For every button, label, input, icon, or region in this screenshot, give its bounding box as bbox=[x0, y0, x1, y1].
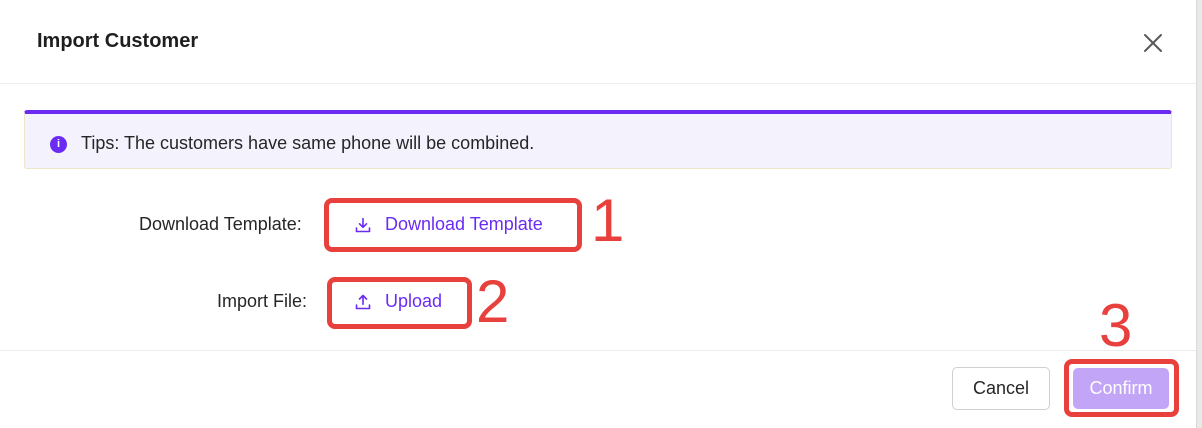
tips-text: Tips: The customers have same phone will… bbox=[81, 133, 535, 153]
close-icon[interactable] bbox=[1140, 30, 1166, 56]
import-customer-dialog: Import Customer i Tips: The customers ha… bbox=[0, 0, 1196, 428]
highlight-box-2 bbox=[327, 277, 472, 329]
highlight-box-1 bbox=[324, 198, 582, 252]
annotation-number-2: 2 bbox=[476, 268, 510, 335]
dialog-header: Import Customer bbox=[0, 0, 1196, 84]
import-file-label: Import File: bbox=[217, 291, 308, 311]
annotation-number-3: 3 bbox=[1099, 292, 1133, 359]
tips-alert: i Tips: The customers have same phone wi… bbox=[24, 110, 1172, 169]
dialog-title: Import Customer bbox=[37, 30, 199, 52]
info-icon: i bbox=[50, 136, 67, 153]
window-edge bbox=[1196, 0, 1202, 428]
highlight-box-3 bbox=[1064, 359, 1179, 417]
annotation-number-1: 1 bbox=[591, 187, 625, 254]
download-template-label: Download Template: bbox=[139, 214, 302, 234]
cancel-button[interactable]: Cancel bbox=[952, 367, 1050, 410]
